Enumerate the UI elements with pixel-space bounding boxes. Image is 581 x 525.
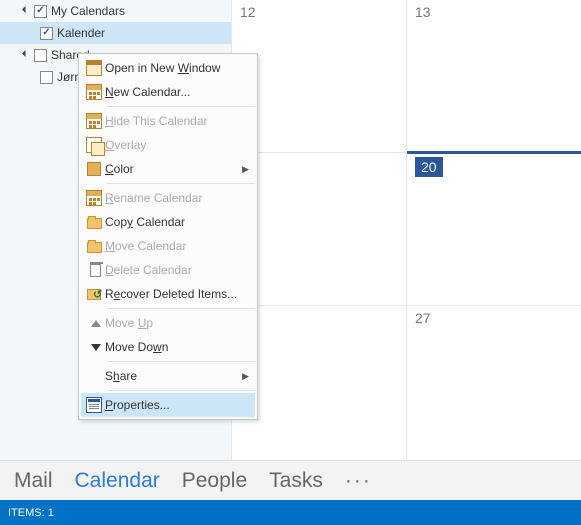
window-icon [83, 60, 105, 76]
menu-rename: Rename Calendar [81, 186, 255, 210]
menu-label: Delete Calendar [105, 263, 249, 277]
calendar-day-cell[interactable] [232, 306, 407, 459]
group-checkbox[interactable] [34, 5, 47, 18]
up-icon [83, 320, 105, 327]
trash-icon [83, 264, 105, 277]
menu-label: Move Calendar [105, 239, 249, 253]
menu-color[interactable]: Color▶ [81, 157, 255, 181]
calendar-day-cell[interactable]: 27 [407, 306, 581, 459]
day-number: 13 [415, 4, 431, 20]
group-checkbox[interactable] [34, 49, 47, 62]
menu-label: Move Down [105, 340, 249, 354]
menu-properties[interactable]: Properties... [81, 393, 255, 417]
calendar-item[interactable]: Kalender [0, 22, 231, 44]
calendar-week-row: 12 13 [232, 0, 581, 153]
cal-icon [83, 190, 105, 206]
overlay-icon [83, 137, 105, 153]
calendar-day-cell[interactable]: 20 [407, 153, 581, 305]
cal-icon [83, 84, 105, 100]
submenu-arrow-icon: ▶ [242, 164, 249, 175]
menu-copy[interactable]: Copy Calendar [81, 210, 255, 234]
calendar-week-row: 20 [232, 153, 581, 306]
calendar-checkbox[interactable] [40, 71, 53, 84]
status-items-count: ITEMS: 1 [8, 507, 54, 519]
status-bar: ITEMS: 1 [0, 500, 581, 525]
menu-separator [107, 361, 255, 362]
menu-open-new-window[interactable]: Open in New Window [81, 56, 255, 80]
menu-label: Hide This Calendar [105, 114, 249, 128]
menu-hide-calendar: Hide This Calendar [81, 109, 255, 133]
folder-icon [83, 240, 105, 253]
menu-move: Move Calendar [81, 234, 255, 258]
nav-more[interactable]: ··· [345, 469, 372, 493]
down-icon [83, 344, 105, 351]
expander-icon[interactable] [22, 6, 32, 16]
expander-icon[interactable] [22, 50, 32, 60]
menu-label: Move Up [105, 316, 249, 330]
menu-move-down[interactable]: Move Down [81, 335, 255, 359]
menu-label: Overlay [105, 138, 249, 152]
calendar-week-row: 27 [232, 306, 581, 459]
menu-label: Properties... [105, 398, 249, 412]
color-icon [83, 162, 105, 176]
calendar-day-cell[interactable] [232, 153, 407, 305]
menu-delete: Delete Calendar [81, 258, 255, 282]
day-number: 20 [415, 157, 443, 177]
calendar-grid: 12 13 20 27 [232, 0, 581, 460]
menu-label: Copy Calendar [105, 215, 249, 229]
calendar-context-menu: Open in New Window New Calendar... Hide Th… [78, 53, 258, 420]
calendar-day-cell[interactable]: 13 [407, 0, 581, 152]
nav-people[interactable]: People [182, 469, 247, 493]
calendar-label: Kalender [57, 26, 105, 40]
menu-separator [107, 106, 255, 107]
menu-overlay: Overlay [81, 133, 255, 157]
nav-mail[interactable]: Mail [14, 469, 53, 493]
menu-label: New Calendar... [105, 85, 249, 99]
menu-label: Color [105, 162, 242, 176]
menu-separator [107, 308, 255, 309]
menu-recover[interactable]: Recover Deleted Items... [81, 282, 255, 306]
menu-move-up: Move Up [81, 311, 255, 335]
menu-separator [107, 390, 255, 391]
day-number: 12 [240, 4, 256, 20]
submenu-arrow-icon: ▶ [242, 371, 249, 382]
nav-bar: Mail Calendar People Tasks ··· [0, 460, 581, 500]
calendar-checkbox[interactable] [40, 27, 53, 40]
cal-icon [83, 113, 105, 129]
calendar-group[interactable]: My Calendars [0, 0, 231, 22]
nav-tasks[interactable]: Tasks [269, 469, 323, 493]
menu-label: Recover Deleted Items... [105, 287, 249, 301]
folder-icon [83, 216, 105, 229]
recover-icon [83, 289, 105, 300]
menu-share[interactable]: Share▶ [81, 364, 255, 388]
props-icon [83, 397, 105, 413]
day-number: 27 [415, 310, 431, 326]
menu-label: Share [105, 369, 242, 383]
group-label: My Calendars [51, 4, 125, 18]
menu-new-calendar[interactable]: New Calendar... [81, 80, 255, 104]
menu-label: Rename Calendar [105, 191, 249, 205]
menu-label: Open in New Window [105, 61, 249, 75]
nav-calendar[interactable]: Calendar [75, 469, 160, 493]
calendar-day-cell[interactable]: 12 [232, 0, 407, 152]
today-indicator [407, 151, 581, 154]
menu-separator [107, 183, 255, 184]
